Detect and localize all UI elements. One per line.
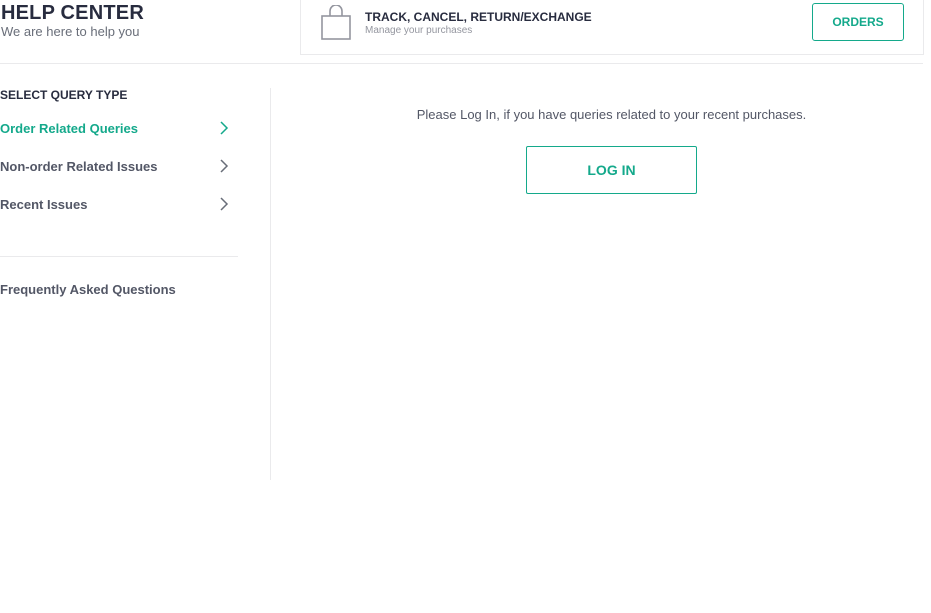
sidebar-heading: SELECT QUERY TYPE <box>0 88 128 102</box>
track-orders-card: TRACK, CANCEL, RETURN/EXCHANGE Manage yo… <box>300 0 924 55</box>
page-subtitle: We are here to help you <box>1 24 140 39</box>
login-button[interactable]: LOG IN <box>526 146 697 194</box>
chevron-right-icon <box>220 121 229 135</box>
chevron-right-icon <box>220 197 229 211</box>
track-card-title: TRACK, CANCEL, RETURN/EXCHANGE <box>365 10 592 24</box>
chevron-right-icon <box>220 159 229 173</box>
track-card-subtitle: Manage your purchases <box>365 25 473 36</box>
shopping-bag-icon <box>321 5 351 40</box>
sidebar-item-label: Recent Issues <box>0 197 88 212</box>
help-center-header: HELP CENTER We are here to help you TRAC… <box>0 0 924 64</box>
query-type-sidebar: SELECT QUERY TYPE Order Related Queries … <box>0 88 271 480</box>
sidebar-item-label: Order Related Queries <box>0 121 138 136</box>
sidebar-item-order-related-queries[interactable]: Order Related Queries <box>0 116 236 140</box>
page-title: HELP CENTER <box>1 2 144 24</box>
sidebar-item-recent-issues[interactable]: Recent Issues <box>0 192 236 216</box>
orders-button[interactable]: ORDERS <box>812 3 904 41</box>
login-message-text: Please Log In, if you have queries relat… <box>416 107 807 122</box>
login-message: Please Log In, if you have queries relat… <box>271 107 931 122</box>
sidebar-item-non-order-related-issues[interactable]: Non-order Related Issues <box>0 154 236 178</box>
faq-link[interactable]: Frequently Asked Questions <box>0 282 176 297</box>
sidebar-divider <box>0 256 238 257</box>
sidebar-item-label: Non-order Related Issues <box>0 159 158 174</box>
